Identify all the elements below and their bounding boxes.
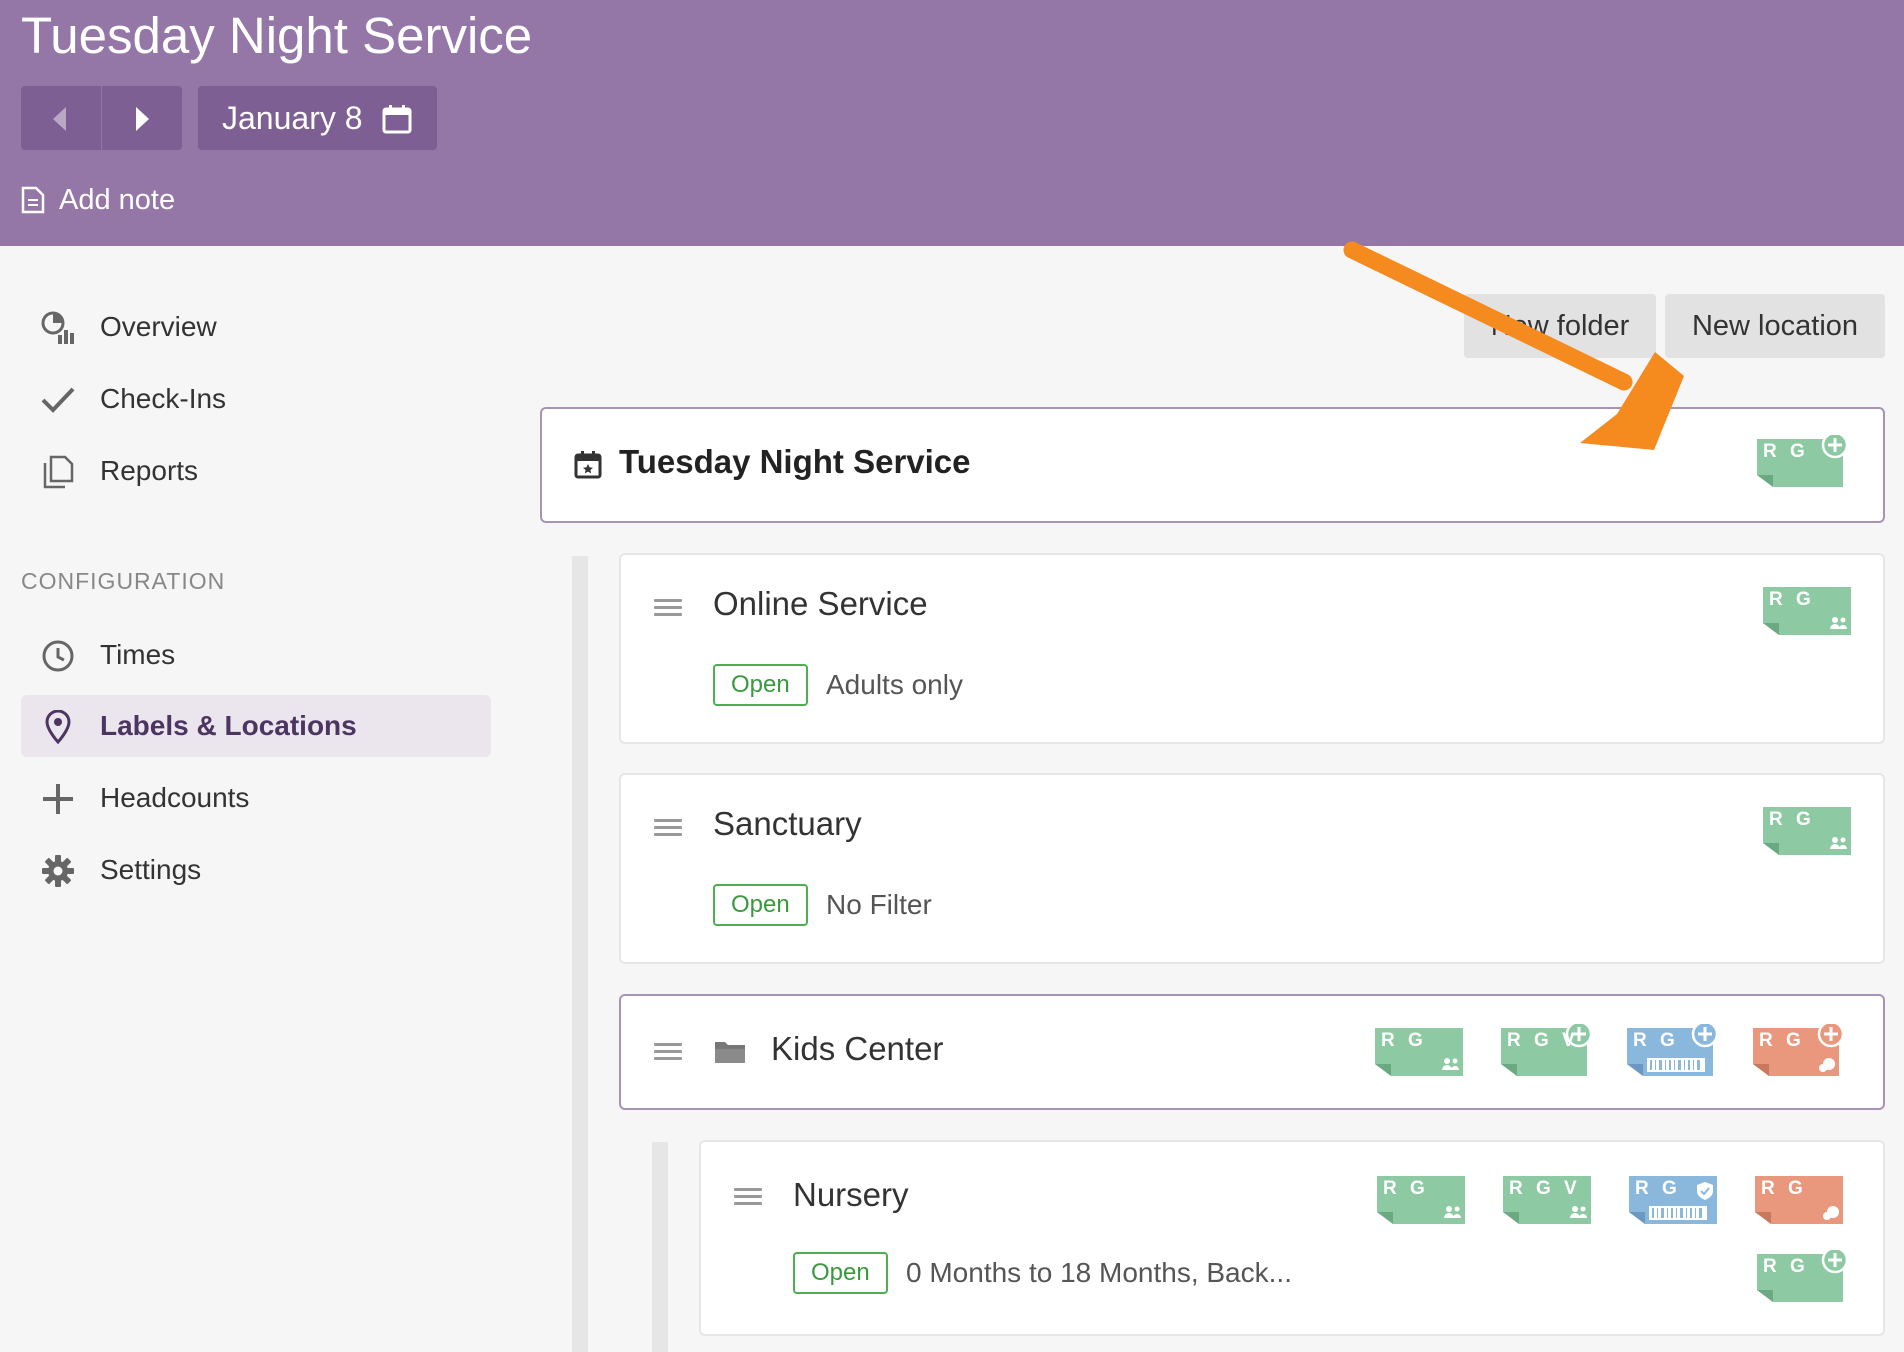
chevron-right-icon	[136, 107, 149, 131]
label-letters: R G	[1633, 1030, 1679, 1051]
new-folder-button[interactable]: New folder	[1464, 294, 1656, 358]
event-title: Tuesday Night Service	[619, 443, 971, 480]
drag-handle-icon[interactable]	[654, 1043, 682, 1061]
tree-rail	[572, 556, 588, 1352]
add-label-button[interactable]: R G	[1749, 1024, 1845, 1088]
location-filter: No Filter	[826, 889, 932, 920]
label-letters: R G	[1763, 441, 1809, 462]
check-icon	[41, 387, 75, 413]
label-letters: R G	[1383, 1178, 1429, 1199]
label-letters: R G	[1759, 1030, 1805, 1051]
plus-icon	[43, 784, 73, 814]
location-card-online-service[interactable]: Online Service Open Adults only R G	[619, 553, 1885, 744]
drag-handle-icon[interactable]	[654, 819, 682, 837]
configuration-heading: CONFIGURATION	[21, 568, 226, 594]
label-letters: R G	[1635, 1178, 1681, 1199]
tree-rail	[652, 1142, 668, 1352]
location-title: Online Service	[713, 585, 928, 622]
label-letters: R G	[1761, 1178, 1807, 1199]
sidebar-item-headcounts[interactable]: Headcounts	[21, 767, 491, 829]
location-card-nursery[interactable]: Nursery Open 0 Months to 18 Months, Back…	[699, 1140, 1885, 1336]
calendar-icon	[382, 105, 412, 134]
add-label-button[interactable]: R G	[1623, 1024, 1719, 1088]
label-letters: R G V	[1509, 1178, 1581, 1199]
add-label-button[interactable]: R G	[1753, 435, 1849, 499]
sidebar-item-label: Labels & Locations	[100, 710, 357, 741]
location-filter: 0 Months to 18 Months, Back...	[906, 1257, 1292, 1288]
add-note-label: Add note	[59, 184, 176, 216]
status-badge: Open	[793, 1252, 888, 1294]
folder-card-kids-center[interactable]: Kids Center R G R G V R G R G	[619, 994, 1885, 1110]
label-button[interactable]: R G	[1759, 583, 1855, 647]
chevron-left-icon	[53, 107, 66, 131]
location-pin-icon	[45, 710, 71, 744]
event-card[interactable]: Tuesday Night Service R G	[540, 407, 1885, 523]
new-location-button[interactable]: New location	[1665, 294, 1885, 358]
location-title: Nursery	[793, 1176, 909, 1213]
sidebar-item-check-ins[interactable]: Check-Ins	[21, 368, 491, 430]
drag-handle-icon[interactable]	[734, 1188, 762, 1206]
date-nav-group	[21, 86, 182, 150]
sidebar-item-reports[interactable]: Reports	[21, 440, 491, 502]
label-button[interactable]: R G	[1371, 1024, 1467, 1088]
page-header: Tuesday Night Service January 8 Add note	[0, 0, 1904, 246]
sidebar-item-settings[interactable]: Settings	[21, 839, 491, 901]
sidebar-item-label: Overview	[100, 311, 217, 342]
event-calendar-icon	[574, 451, 602, 479]
add-label-button[interactable]: R G	[1753, 1250, 1849, 1314]
sidebar-item-labels-locations[interactable]: Labels & Locations	[21, 695, 491, 757]
folder-icon	[715, 1042, 745, 1063]
date-picker-button[interactable]: January 8	[198, 86, 437, 150]
reports-icon	[43, 455, 74, 489]
note-icon	[21, 186, 45, 214]
label-button[interactable]: R G	[1759, 803, 1855, 867]
sidebar-item-times[interactable]: Times	[21, 624, 491, 686]
date-label: January 8	[222, 100, 363, 136]
label-button[interactable]: R G V	[1499, 1172, 1595, 1236]
label-button[interactable]: R G	[1625, 1172, 1721, 1236]
clock-icon	[42, 640, 74, 672]
label-button[interactable]: R G	[1751, 1172, 1847, 1236]
previous-date-button[interactable]	[21, 86, 101, 150]
label-button[interactable]: R G	[1373, 1172, 1469, 1236]
sidebar-item-label: Reports	[100, 455, 199, 486]
location-card-sanctuary[interactable]: Sanctuary Open No Filter R G	[619, 773, 1885, 964]
chart-icon	[41, 311, 74, 344]
page-title: Tuesday Night Service	[21, 7, 533, 64]
sidebar: Overview Check-Ins Reports CONFIGURATION…	[0, 246, 520, 1352]
sidebar-item-label: Headcounts	[100, 782, 250, 813]
status-badge: Open	[713, 884, 808, 926]
gear-icon	[42, 855, 74, 887]
folder-title: Kids Center	[771, 1030, 944, 1067]
sidebar-item-label: Check-Ins	[100, 383, 227, 414]
label-letters: R G V	[1507, 1030, 1579, 1051]
drag-handle-icon[interactable]	[654, 599, 682, 617]
status-badge: Open	[713, 664, 808, 706]
label-letters: R G	[1769, 589, 1815, 610]
label-letters: R G	[1381, 1030, 1427, 1051]
label-letters: R G	[1769, 809, 1815, 830]
sidebar-item-overview[interactable]: Overview	[21, 296, 491, 358]
label-letters: R G	[1763, 1256, 1809, 1277]
sidebar-item-label: Times	[100, 639, 176, 670]
location-filter: Adults only	[826, 669, 963, 700]
add-label-button[interactable]: R G V	[1497, 1024, 1593, 1088]
sidebar-item-label: Settings	[100, 854, 202, 885]
next-date-button[interactable]	[102, 86, 182, 150]
location-title: Sanctuary	[713, 805, 862, 842]
